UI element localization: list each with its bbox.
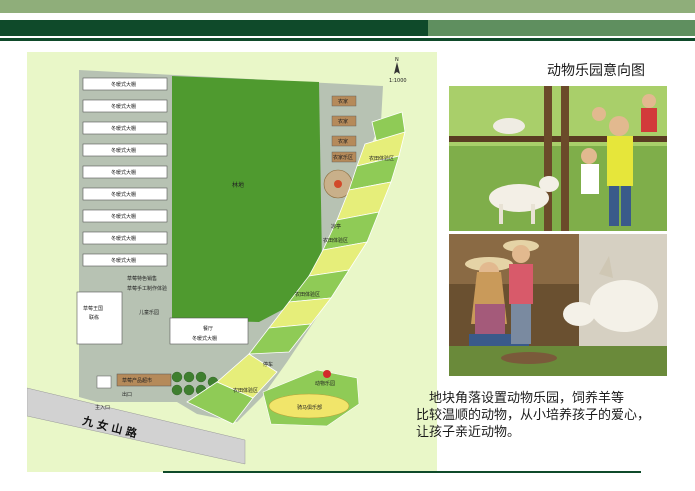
footer-rule bbox=[163, 471, 641, 473]
farm-area-label: 农田体验区 bbox=[233, 387, 258, 394]
shed-label: 凉亭 bbox=[331, 223, 341, 230]
restaurant-label: 餐厅 bbox=[203, 325, 213, 332]
cottage-label: 农家 bbox=[338, 98, 348, 105]
goat-feeding-photo bbox=[449, 86, 667, 231]
parking-label: 停车 bbox=[263, 361, 273, 368]
greenhouse-label: 冬暖式大棚 bbox=[111, 191, 136, 198]
farm-area-label: 农田体验区 bbox=[295, 291, 320, 298]
cottage-label: 农家 bbox=[338, 138, 348, 145]
header-rule bbox=[0, 38, 695, 41]
main-entrance-label: 主入口 bbox=[95, 404, 110, 411]
tech-greenhouse-label: 联栋 bbox=[89, 314, 99, 321]
page-title: 动物乐园意向图 bbox=[547, 63, 645, 79]
caption-line: 比较温顺的动物，从小培养孩子的爱心， bbox=[416, 408, 651, 423]
animal-park-marker bbox=[323, 370, 331, 378]
kids-park-label: 儿童乐园 bbox=[139, 309, 159, 316]
greenhouse-label: 冬暖式大棚 bbox=[111, 169, 136, 176]
restaurant-greenhouse-label: 冬暖式大棚 bbox=[192, 335, 217, 342]
exit-label: 出口 bbox=[122, 391, 132, 398]
site-plan-map: 九 女 山 路 林地 冬暖式大棚 冬暖式大棚 冬暖式大棚 冬暖式大棚 冬暖式大棚… bbox=[27, 52, 437, 472]
farm-area-label: 农田体验区 bbox=[323, 237, 348, 244]
girls-petting-goat-photo bbox=[449, 234, 667, 376]
header-accent-band bbox=[428, 20, 695, 36]
svg-text:N: N bbox=[395, 57, 399, 63]
strawberry-sale-label: 草莓特色销售 bbox=[127, 275, 157, 282]
greenhouse-label: 冬暖式大棚 bbox=[111, 257, 136, 264]
strawberry-diy-label: 草莓手工制作体验 bbox=[127, 285, 167, 292]
svg-text:1:1000: 1:1000 bbox=[389, 78, 407, 84]
caption-line: 让孩子亲近动物。 bbox=[416, 425, 521, 440]
farm-area-label: 农田体验区 bbox=[369, 155, 394, 162]
header-dark-band bbox=[0, 20, 428, 36]
greenhouse-label: 冬暖式大棚 bbox=[111, 125, 136, 132]
greenhouse-label: 冬暖式大棚 bbox=[111, 213, 136, 220]
greenhouse-label: 冬暖式大棚 bbox=[111, 147, 136, 154]
header-top-band bbox=[0, 0, 695, 13]
cottage-label: 农家 bbox=[338, 118, 348, 125]
greenhouse-label: 冬暖式大棚 bbox=[111, 235, 136, 242]
greenhouse-label: 冬暖式大棚 bbox=[111, 103, 136, 110]
description-text: 地块角落设置动物乐园，饲养羊等 比较温顺的动物，从小培养孩子的爱心， 让孩子亲近… bbox=[416, 390, 686, 441]
horse-club-label: 骑马俱乐部 bbox=[297, 404, 322, 411]
greenhouse-label: 冬暖式大棚 bbox=[111, 81, 136, 88]
forest-label: 林地 bbox=[232, 181, 244, 189]
strawberry-kingdom-label: 草莓王国 bbox=[83, 305, 103, 312]
caption-line: 地块角落设置动物乐园，饲养羊等 bbox=[416, 391, 625, 406]
cottage-area-label: 农家乐区 bbox=[333, 154, 353, 161]
animal-park-label: 动物乐园 bbox=[315, 380, 335, 387]
product-shop-label: 草莓产品超市 bbox=[122, 377, 152, 384]
greenhouse-column: 冬暖式大棚 冬暖式大棚 冬暖式大棚 冬暖式大棚 冬暖式大棚 冬暖式大棚 冬暖式大… bbox=[82, 77, 168, 267]
